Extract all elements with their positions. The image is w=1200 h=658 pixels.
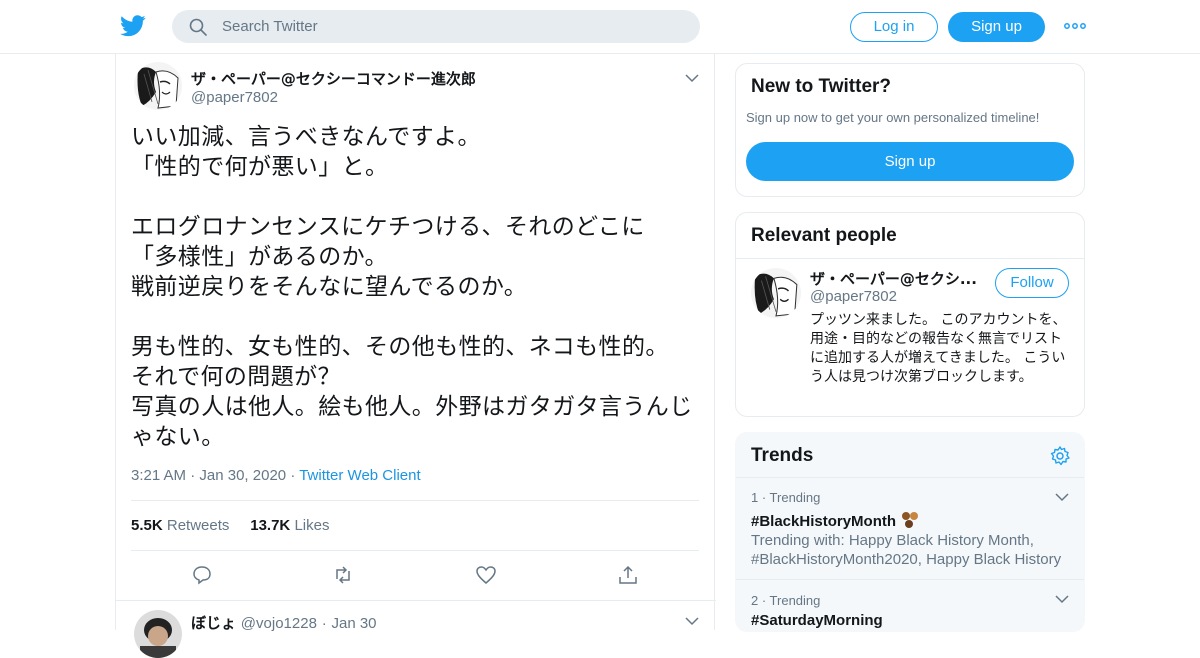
login-button[interactable]: Log in (850, 12, 938, 42)
new-to-twitter-card: New to Twitter? Sign up now to get your … (735, 63, 1085, 197)
reply-author-avatar[interactable] (134, 610, 182, 658)
raised-fist-emoji-icon (902, 512, 919, 528)
reply-author-handle[interactable]: @vojo1228 (241, 615, 317, 632)
trend-rank: 1 · Trending (751, 490, 821, 505)
card-subtitle: Sign up now to get your own personalized… (746, 110, 1040, 125)
divider (116, 600, 716, 601)
chevron-down-icon[interactable] (685, 616, 699, 626)
tweet-stats: 5.5K Retweets 13.7K Likes (131, 517, 329, 534)
reply-author-name[interactable]: ぼじょ (191, 614, 236, 632)
relevant-people-card: Relevant people ザ・ペーパー@セクシ... @paper7802… (735, 212, 1085, 417)
retweet-label: Retweets (166, 517, 230, 534)
tweet-timestamp: 3:21 AM · Jan 30, 2020 · Twitter Web Cli… (131, 467, 421, 484)
trend-name[interactable]: #BlackHistoryMonth (751, 510, 920, 530)
follow-button[interactable]: Follow (995, 268, 1069, 298)
tweet-actions (116, 564, 716, 588)
separator-dot: · (290, 467, 300, 484)
more-options-icon[interactable] (1064, 18, 1086, 34)
reply-icon[interactable] (191, 564, 213, 586)
author-avatar[interactable] (134, 62, 182, 110)
like-stat[interactable]: 13.7K Likes (250, 517, 329, 534)
tweet-client-link[interactable]: Twitter Web Client (299, 467, 420, 484)
divider (736, 258, 1084, 259)
search-box[interactable] (172, 10, 700, 43)
twitter-bird-logo-icon[interactable] (120, 14, 146, 38)
like-heart-icon[interactable] (475, 564, 497, 586)
tweet-column: ザ・ペーパー@セクシーコマンドー進次郎 @paper7802 いい加減、言うべき… (115, 54, 716, 658)
tweet-date[interactable]: Jan 30, 2020 (199, 467, 286, 484)
share-icon[interactable] (617, 564, 639, 586)
search-input[interactable] (222, 10, 682, 43)
like-count: 13.7K (250, 517, 291, 534)
person-bio: プッツン来ました。 このアカウントを、用途・目的などの報告なく無言でリストに追加… (810, 312, 1067, 385)
manga-avatar-image (134, 62, 182, 110)
tweet-text: いい加減、言うべきなんですよ。 「性的で何が悪い」と。 エログロナンセンスにケチ… (131, 124, 693, 450)
retweet-count: 5.5K (131, 517, 163, 534)
card-title: Relevant people (751, 225, 897, 246)
tweet-time[interactable]: 3:21 AM (131, 467, 186, 484)
divider (736, 579, 1084, 580)
manga-avatar-image (751, 268, 801, 318)
signup-button[interactable]: Sign up (948, 12, 1045, 42)
author-name[interactable]: ザ・ペーパー@セクシーコマンドー進次郎 (191, 68, 476, 89)
chevron-down-icon[interactable] (1055, 594, 1069, 604)
separator-dot: · (321, 615, 327, 632)
person-name[interactable]: ザ・ペーパー@セクシ... (810, 268, 977, 289)
person-handle[interactable]: @paper7802 (810, 288, 897, 305)
divider (131, 550, 699, 551)
person-avatar[interactable] (751, 268, 801, 318)
divider (736, 477, 1084, 478)
separator-dot: · (190, 467, 200, 484)
search-icon (189, 18, 207, 36)
author-handle[interactable]: @paper7802 (191, 89, 278, 106)
photo-avatar-image (134, 610, 182, 658)
trend-name[interactable]: #SaturdayMorning (751, 612, 883, 629)
trend-description: Trending with: Happy Black History Month… (751, 532, 1062, 568)
trends-card: Trends 1 · Trending #BlackHistoryMonth T… (735, 432, 1085, 632)
chevron-down-icon[interactable] (685, 73, 699, 83)
card-title: Trends (751, 445, 814, 466)
reply-date[interactable]: Jan 30 (331, 615, 376, 632)
divider (131, 500, 699, 501)
card-signup-button[interactable]: Sign up (746, 142, 1074, 181)
retweet-icon[interactable] (332, 564, 354, 586)
like-label: Likes (294, 517, 330, 534)
trend-name-text: #BlackHistoryMonth (751, 513, 897, 530)
retweet-stat[interactable]: 5.5K Retweets (131, 517, 229, 534)
card-title: New to Twitter? (751, 76, 892, 97)
top-navigation-bar: Log in Sign up (0, 0, 1200, 54)
trend-rank: 2 · Trending (751, 593, 821, 608)
settings-gear-icon[interactable] (1049, 445, 1071, 467)
chevron-down-icon[interactable] (1055, 492, 1069, 502)
